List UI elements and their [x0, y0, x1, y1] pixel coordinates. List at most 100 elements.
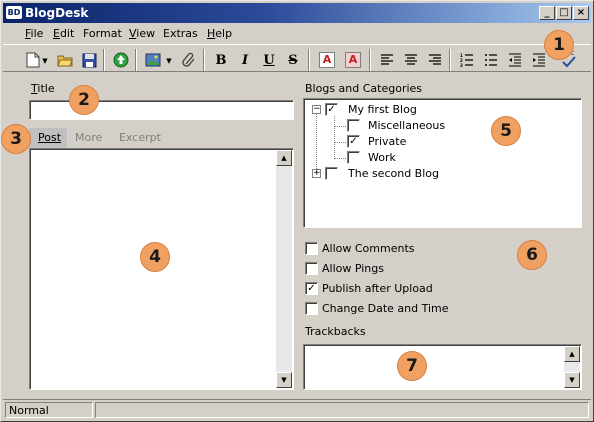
option-label: Publish after Upload	[322, 282, 433, 295]
align-center-button[interactable]	[401, 50, 421, 70]
outdent-button[interactable]	[505, 50, 525, 70]
font-color-button[interactable]: A	[317, 50, 337, 70]
toolbar-separator	[449, 49, 451, 71]
upload-arrow-icon	[113, 52, 129, 68]
callout-badge-1: 1	[544, 30, 574, 60]
bold-button[interactable]: B	[211, 50, 231, 70]
scroll-up-arrow-icon[interactable]: ▲	[564, 346, 580, 362]
highlight-button[interactable]: A	[343, 50, 363, 70]
status-mode: Normal	[5, 402, 93, 418]
trackbacks-scrollbar[interactable]: ▲ ▼	[564, 346, 580, 388]
bullet-list-button[interactable]	[481, 50, 501, 70]
new-document-icon	[26, 52, 40, 68]
category-checkbox[interactable]	[347, 119, 360, 132]
align-left-button[interactable]	[377, 50, 397, 70]
image-dropdown-arrow[interactable]: ▼	[164, 50, 174, 70]
publish-after-upload-checkbox[interactable]: ✓	[305, 282, 318, 295]
toolbar-separator	[308, 49, 310, 71]
expand-icon[interactable]: +	[312, 169, 321, 178]
scroll-down-arrow-icon[interactable]: ▼	[564, 372, 580, 388]
save-disk-icon	[82, 53, 96, 67]
minimize-button[interactable]: _	[539, 6, 555, 20]
numbered-list-button[interactable]: 123	[457, 50, 477, 70]
blogs-tree[interactable]: − ✓ My first Blog Miscellaneous ✓ Privat…	[303, 98, 582, 228]
menu-format[interactable]: Format	[83, 27, 122, 40]
blogs-categories-label: Blogs and Categories	[305, 82, 423, 95]
menu-extras[interactable]: Extras	[163, 27, 198, 40]
editor-scrollbar[interactable]: ▲ ▼	[276, 150, 292, 388]
tree-item-label: Private	[368, 135, 407, 148]
blog-checkbox[interactable]	[325, 167, 338, 180]
allow-comments-checkbox[interactable]	[305, 242, 318, 255]
toolbar-separator	[135, 49, 137, 71]
tree-item-label: Miscellaneous	[368, 119, 446, 132]
option-label: Allow Comments	[322, 242, 415, 255]
maximize-button[interactable]: □	[556, 6, 572, 20]
trackbacks-label: Trackbacks	[305, 325, 366, 338]
status-bar: Normal	[3, 399, 591, 419]
scroll-down-arrow-icon[interactable]: ▼	[276, 372, 292, 388]
new-dropdown-arrow[interactable]: ▼	[40, 50, 50, 70]
open-folder-icon	[57, 55, 73, 67]
category-checkbox[interactable]: ✓	[347, 135, 360, 148]
tab-post[interactable]: Post	[29, 128, 67, 148]
callout-badge-6: 6	[517, 240, 547, 270]
tree-item-my-first-blog[interactable]: − ✓ My first Blog	[304, 102, 574, 118]
callout-badge-2: 2	[69, 85, 99, 115]
menu-view[interactable]: View	[129, 27, 155, 40]
italic-button[interactable]: I	[235, 50, 255, 70]
tree-item-the-second-blog[interactable]: + The second Blog	[304, 166, 574, 182]
option-label: Change Date and Time	[322, 302, 449, 315]
attach-button[interactable]	[179, 50, 199, 70]
change-date-time-checkbox[interactable]	[305, 302, 318, 315]
underline-button[interactable]: U	[259, 50, 279, 70]
callout-badge-4: 4	[140, 242, 170, 272]
app-logo-icon: BD	[6, 6, 22, 19]
close-button[interactable]: ×	[573, 6, 589, 20]
option-label: Allow Pings	[322, 262, 384, 275]
highlight-icon: A	[345, 52, 361, 68]
menu-help[interactable]: Help	[207, 27, 232, 40]
svg-text:3: 3	[460, 63, 463, 67]
window-title: BlogDesk	[25, 6, 89, 20]
font-color-icon: A	[319, 52, 335, 68]
tree-item-private[interactable]: ✓ Private	[304, 134, 574, 150]
insert-image-button[interactable]	[143, 50, 163, 70]
tree-item-label: My first Blog	[348, 103, 417, 116]
blogdesk-window: BD BlogDesk _ □ × File Edit Format View …	[0, 0, 594, 422]
blog-checkbox[interactable]: ✓	[325, 103, 338, 116]
menu-edit[interactable]: Edit	[53, 27, 74, 40]
title-bar[interactable]: BD BlogDesk _ □ ×	[3, 3, 591, 23]
tree-item-miscellaneous[interactable]: Miscellaneous	[304, 118, 574, 134]
allow-pings-checkbox[interactable]	[305, 262, 318, 275]
tab-excerpt[interactable]: Excerpt	[119, 128, 169, 148]
category-checkbox[interactable]	[347, 151, 360, 164]
indent-icon	[533, 53, 545, 67]
save-button[interactable]	[79, 50, 99, 70]
paperclip-icon	[182, 52, 195, 67]
image-icon	[145, 53, 161, 67]
toolbar-separator	[203, 49, 205, 71]
callout-badge-7: 7	[397, 351, 427, 381]
toolbar-separator	[369, 49, 371, 71]
scroll-up-arrow-icon[interactable]: ▲	[276, 150, 292, 166]
trackbacks-input[interactable]: ▲ ▼	[303, 344, 582, 390]
outdent-icon	[509, 53, 521, 67]
align-right-button[interactable]	[425, 50, 445, 70]
toolbar: ▼ ▼ B I U S A A 1 2 3	[3, 44, 591, 72]
collapse-icon[interactable]: −	[312, 105, 321, 114]
upload-button[interactable]	[111, 50, 131, 70]
title-label: Title	[31, 82, 55, 95]
status-info	[95, 402, 589, 418]
callout-badge-3: 3	[1, 124, 31, 154]
bullet-list-icon	[485, 54, 497, 66]
align-center-icon	[405, 54, 417, 65]
open-button[interactable]	[55, 50, 75, 70]
strikethrough-button[interactable]: S	[283, 50, 303, 70]
menu-file[interactable]: File	[25, 27, 43, 40]
tab-more[interactable]: More	[75, 128, 109, 148]
tree-item-label: Work	[368, 151, 396, 164]
tree-item-work[interactable]: Work	[304, 150, 574, 166]
align-right-icon	[429, 54, 441, 65]
align-left-icon	[381, 54, 393, 65]
